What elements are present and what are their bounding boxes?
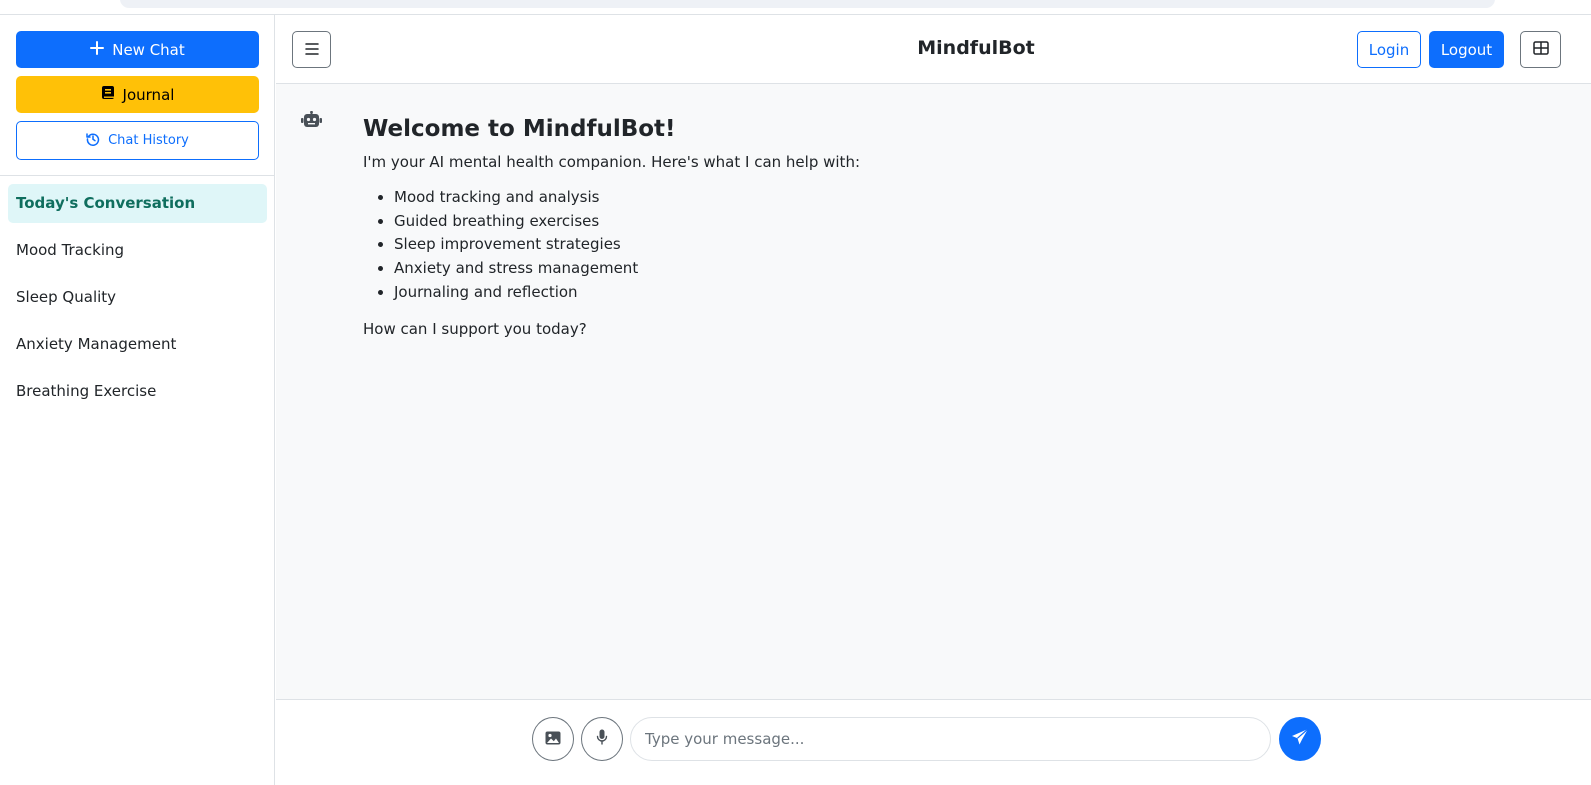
feature-list: Mood tracking and analysis Guided breath… [363, 186, 1263, 305]
microphone-icon [596, 729, 608, 749]
top-bar: MindfulBot Login Logout [276, 15, 1591, 84]
chat-history-button[interactable]: Chat History [16, 121, 259, 160]
conversation-item-today[interactable]: Today's Conversation [8, 184, 267, 223]
conversation-list: Today's Conversation Mood Tracking Sleep… [8, 184, 267, 419]
feature-item: Mood tracking and analysis [394, 186, 1263, 210]
closing-text: How can I support you today? [363, 319, 587, 338]
menu-toggle-button[interactable] [292, 31, 331, 68]
conversation-item-mood-tracking[interactable]: Mood Tracking [8, 231, 267, 270]
feature-item: Anxiety and stress management [394, 257, 1263, 281]
menu-icon [304, 40, 319, 59]
journal-button[interactable]: Journal [16, 76, 259, 113]
paper-plane-icon [1291, 728, 1309, 750]
conversation-item-breathing-exercise[interactable]: Breathing Exercise [8, 372, 267, 411]
new-chat-button[interactable]: New Chat [16, 31, 259, 68]
history-icon [86, 132, 100, 150]
intro-text: I'm your AI mental health companion. Her… [363, 153, 860, 171]
send-button[interactable] [1279, 717, 1321, 761]
attach-image-button[interactable] [532, 717, 574, 761]
sidebar-divider [0, 175, 274, 176]
login-button[interactable]: Login [1357, 31, 1421, 68]
browser-address-bar[interactable] [120, 0, 1495, 8]
conversation-item-sleep-quality[interactable]: Sleep Quality [8, 278, 267, 317]
main-panel: MindfulBot Login Logout Welcome to Mindf… [276, 15, 1591, 785]
plus-icon [90, 40, 105, 59]
feature-item: Sleep improvement strategies [394, 233, 1263, 257]
sidebar: New Chat Journal Chat History Today's Co… [0, 15, 275, 785]
image-icon [545, 730, 561, 749]
feature-item: Journaling and reflection [394, 281, 1263, 305]
new-chat-label: New Chat [112, 40, 185, 59]
voice-input-button[interactable] [581, 717, 623, 761]
logout-button[interactable]: Logout [1429, 31, 1504, 68]
conversation-item-anxiety-management[interactable]: Anxiety Management [8, 325, 267, 364]
journal-label: Journal [122, 85, 175, 104]
welcome-heading: Welcome to MindfulBot! [363, 116, 676, 142]
feature-item: Guided breathing exercises [394, 210, 1263, 234]
app-title: MindfulBot [917, 37, 1035, 59]
message-input[interactable] [630, 717, 1271, 761]
book-icon [101, 85, 115, 104]
robot-icon [301, 110, 322, 133]
chat-history-label: Chat History [108, 133, 189, 148]
message-composer [276, 699, 1591, 785]
bot-message: Welcome to MindfulBot! I'm your AI menta… [363, 116, 1263, 339]
browser-strip [0, 0, 1591, 15]
layout-grid-icon [1532, 40, 1549, 59]
layout-toggle-button[interactable] [1520, 31, 1561, 68]
